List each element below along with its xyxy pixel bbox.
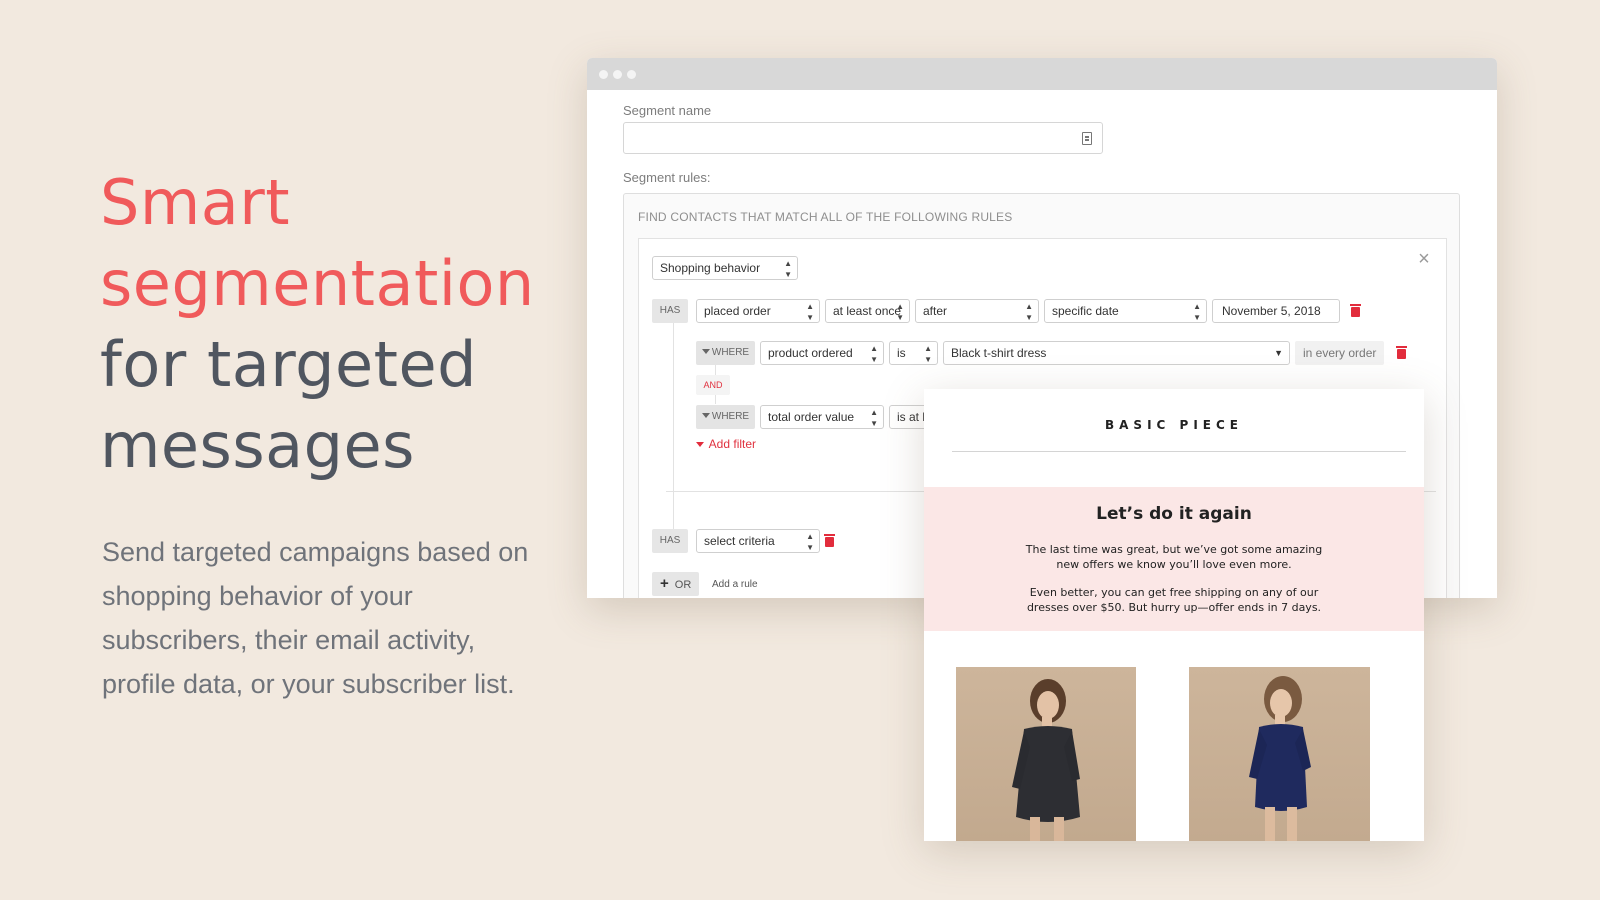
date-field[interactable]: November 5, 2018 [1212,299,1340,323]
contact-card-icon [1082,132,1092,145]
email-banner: Let’s do it again The last time was grea… [924,487,1424,631]
window-dot-icon [627,70,636,79]
add-filter-link[interactable]: Add filter [696,437,756,451]
select-arrows-icon: ▲ ▼ [896,302,904,322]
hero-description: Send targeted campaigns based on shoppin… [102,537,529,699]
filter-operator-value: is [897,346,906,360]
trash-icon[interactable] [1396,346,1407,359]
window-titlebar [587,58,1497,90]
email-preview: BASIC PIECE Let’s do it again The last t… [924,389,1424,841]
or-label: OR [674,579,692,591]
window-dot-icon [599,70,608,79]
match-rules-heading: FIND CONTACTS THAT MATCH ALL OF THE FOLL… [638,210,1013,224]
filter-icon [701,413,710,418]
filter-field-value: total order value [768,410,855,424]
headline-line-1: Smart [100,166,291,239]
select-arrows-icon: ▲ ▼ [924,344,932,364]
select-arrows-icon: ▲ ▼ [1193,302,1201,322]
email-paragraph-2: Even better, you can get free shipping o… [1026,586,1322,614]
segment-name-field[interactable] [623,122,1103,154]
frequency-value: at least once [833,304,902,318]
plus-icon: + [660,575,669,592]
has-tag: HAS [652,299,688,323]
date-type-value: specific date [1052,304,1119,318]
rule-category-select[interactable]: Shopping behavior ▲ ▼ [652,256,798,280]
trash-icon[interactable] [824,534,835,547]
where-label: WHERE [711,411,750,422]
select-arrows-icon: ▲ ▼ [870,344,878,364]
segment-name-label: Segment name [623,103,712,118]
segment-name-input[interactable] [624,123,1084,153]
order-scope-label: in every order [1295,341,1385,365]
select-arrows-icon: ▲ ▼ [806,532,814,552]
headline-line-4: messages [100,409,415,482]
filter-field-select[interactable]: total order value ▲ ▼ [760,405,884,429]
frequency-select[interactable]: at least once ▲ ▼ [825,299,910,323]
criteria-value: select criteria [704,534,775,548]
headline-line-2: segmentation [100,247,535,320]
model-figure-image [1249,676,1311,841]
where-tag: WHERE [696,341,755,365]
product-photo-black-dress [956,667,1136,841]
date-type-select[interactable]: specific date ▲ ▼ [1044,299,1207,323]
select-arrows-icon: ▲ ▼ [784,259,792,279]
select-arrows-icon: ▲ ▼ [1025,302,1033,322]
has-tag: HAS [652,529,688,553]
action-value: placed order [704,304,771,318]
model-figure-image [1012,679,1080,841]
product-select[interactable]: Black t-shirt dress ▼ [943,341,1290,365]
where-tag: WHERE [696,405,755,429]
chevron-down-icon: ▼ [1274,348,1283,358]
filter-icon [696,442,704,447]
filter-field-value: product ordered [768,346,853,360]
and-tag: AND [696,375,730,395]
criteria-select[interactable]: select criteria ▲ ▼ [696,529,820,553]
add-rule-link[interactable]: Add a rule [712,579,758,590]
time-relation-value: after [923,304,948,318]
rule-category-value: Shopping behavior [660,261,761,275]
product-value: Black t-shirt dress [951,346,1047,360]
email-heading: Let’s do it again [1096,504,1252,524]
add-filter-label: Add filter [708,437,757,451]
rule-connector [673,309,674,541]
filter-operator-select[interactable]: is ▲ ▼ [889,341,938,365]
email-paragraph-1: The last time was great, but we’ve got s… [1025,543,1323,571]
product-photo-navy-dress [1189,667,1370,841]
headline-line-3: for targeted [100,328,477,401]
hero-headline: Smart segmentation for targeted messages [100,162,535,486]
time-relation-select[interactable]: after ▲ ▼ [915,299,1039,323]
trash-icon[interactable] [1350,304,1361,317]
filter-field-select[interactable]: product ordered ▲ ▼ [760,341,884,365]
segment-rules-label: Segment rules: [623,170,711,185]
filter-icon [701,349,710,354]
window-dot-icon [613,70,622,79]
brand-divider [952,451,1406,452]
filter-operator-value: is at l [897,410,926,424]
action-select[interactable]: placed order ▲ ▼ [696,299,820,323]
select-arrows-icon: ▲ ▼ [806,302,814,322]
close-icon[interactable]: × [1414,249,1434,269]
add-or-rule-button[interactable]: + OR [652,572,700,596]
where-label: WHERE [711,347,750,358]
brand-logo: BASIC PIECE [1105,418,1243,432]
select-arrows-icon: ▲ ▼ [870,408,878,428]
